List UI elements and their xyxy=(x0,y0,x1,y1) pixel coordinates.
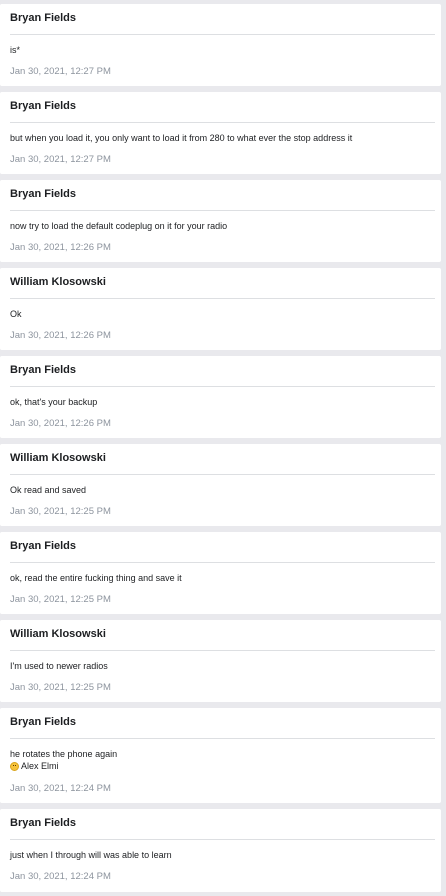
message-author: Bryan Fields xyxy=(10,817,77,829)
message-author: William Klosowski xyxy=(10,276,106,288)
message-line: ok, that's your backup xyxy=(10,397,98,407)
message-text: now try to load the default codeplug on … xyxy=(10,220,433,232)
divider xyxy=(10,474,435,475)
message-line: just when I through will was able to lea… xyxy=(10,850,172,860)
message-text: just when I through will was able to lea… xyxy=(10,849,433,861)
message-timestamp: Jan 30, 2021, 12:27 PM xyxy=(10,154,111,165)
message-feed[interactable]: Bryan Fields is* Jan 30, 2021, 12:27 PM … xyxy=(0,0,446,896)
message-text: he rotates the phone again Alex Elmi xyxy=(10,748,433,772)
divider xyxy=(10,34,435,35)
message-text: Ok read and saved xyxy=(10,484,433,496)
message-text: ok, that's your backup xyxy=(10,396,433,408)
divider xyxy=(10,650,435,651)
divider xyxy=(10,210,435,211)
message-author: William Klosowski xyxy=(10,628,106,640)
message-timestamp: Jan 30, 2021, 12:24 PM xyxy=(10,783,111,794)
reaction-user: Alex Elmi xyxy=(21,761,59,771)
message-timestamp: Jan 30, 2021, 12:26 PM xyxy=(10,242,111,253)
message-timestamp: Jan 30, 2021, 12:25 PM xyxy=(10,506,111,517)
message-line: Ok read and saved xyxy=(10,485,87,495)
message-card: Bryan Fields ok, read the entire fucking… xyxy=(0,532,441,614)
message-author: Bryan Fields xyxy=(10,716,77,728)
message-author: William Klosowski xyxy=(10,452,106,464)
divider xyxy=(10,738,435,739)
message-text: I'm used to newer radios xyxy=(10,660,433,672)
message-timestamp: Jan 30, 2021, 12:24 PM xyxy=(10,871,111,882)
message-author: Bryan Fields xyxy=(10,364,77,376)
message-timestamp: Jan 30, 2021, 12:25 PM xyxy=(10,682,111,693)
message-line: ok, read the entire fucking thing and sa… xyxy=(10,573,182,583)
divider xyxy=(10,298,435,299)
message-author: Bryan Fields xyxy=(10,12,77,24)
message-text: ok, read the entire fucking thing and sa… xyxy=(10,572,433,584)
message-card: Bryan Fields but when you load it, you o… xyxy=(0,92,441,174)
divider xyxy=(10,122,435,123)
divider xyxy=(10,839,435,840)
divider xyxy=(10,386,435,387)
message-author: Bryan Fields xyxy=(10,540,77,552)
message-timestamp: Jan 30, 2021, 12:26 PM xyxy=(10,418,111,429)
message-card: Bryan Fields ok, that's your backup Jan … xyxy=(0,356,441,438)
message-line: he rotates the phone again xyxy=(10,749,118,759)
message-card: Bryan Fields now try to load the default… xyxy=(0,180,441,262)
divider xyxy=(10,562,435,563)
message-card: Bryan Fields just when I through will wa… xyxy=(0,809,441,892)
message-text: but when you load it, you only want to l… xyxy=(10,132,433,144)
message-line: but when you load it, you only want to l… xyxy=(10,133,353,143)
message-line: I'm used to newer radios xyxy=(10,661,108,671)
smiley-emoji-icon xyxy=(10,761,19,771)
message-card: William Klosowski Ok read and saved Jan … xyxy=(0,444,441,526)
message-text: is* xyxy=(10,44,433,56)
message-text: Ok xyxy=(10,308,433,320)
message-card: Bryan Fields he rotates the phone again … xyxy=(0,708,441,803)
message-card: William Klosowski Ok Jan 30, 2021, 12:26… xyxy=(0,268,441,350)
message-card: William Klosowski I'm used to newer radi… xyxy=(0,620,441,702)
message-line: is* xyxy=(10,45,21,55)
message-author: Bryan Fields xyxy=(10,188,77,200)
message-timestamp: Jan 30, 2021, 12:25 PM xyxy=(10,594,111,605)
message-card: Bryan Fields is* Jan 30, 2021, 12:27 PM xyxy=(0,4,441,86)
reaction[interactable]: Alex Elmi xyxy=(10,760,433,772)
message-author: Bryan Fields xyxy=(10,100,77,112)
message-line: now try to load the default codeplug on … xyxy=(10,221,228,231)
message-timestamp: Jan 30, 2021, 12:27 PM xyxy=(10,66,111,77)
message-line: Ok xyxy=(10,309,22,319)
message-timestamp: Jan 30, 2021, 12:26 PM xyxy=(10,330,111,341)
